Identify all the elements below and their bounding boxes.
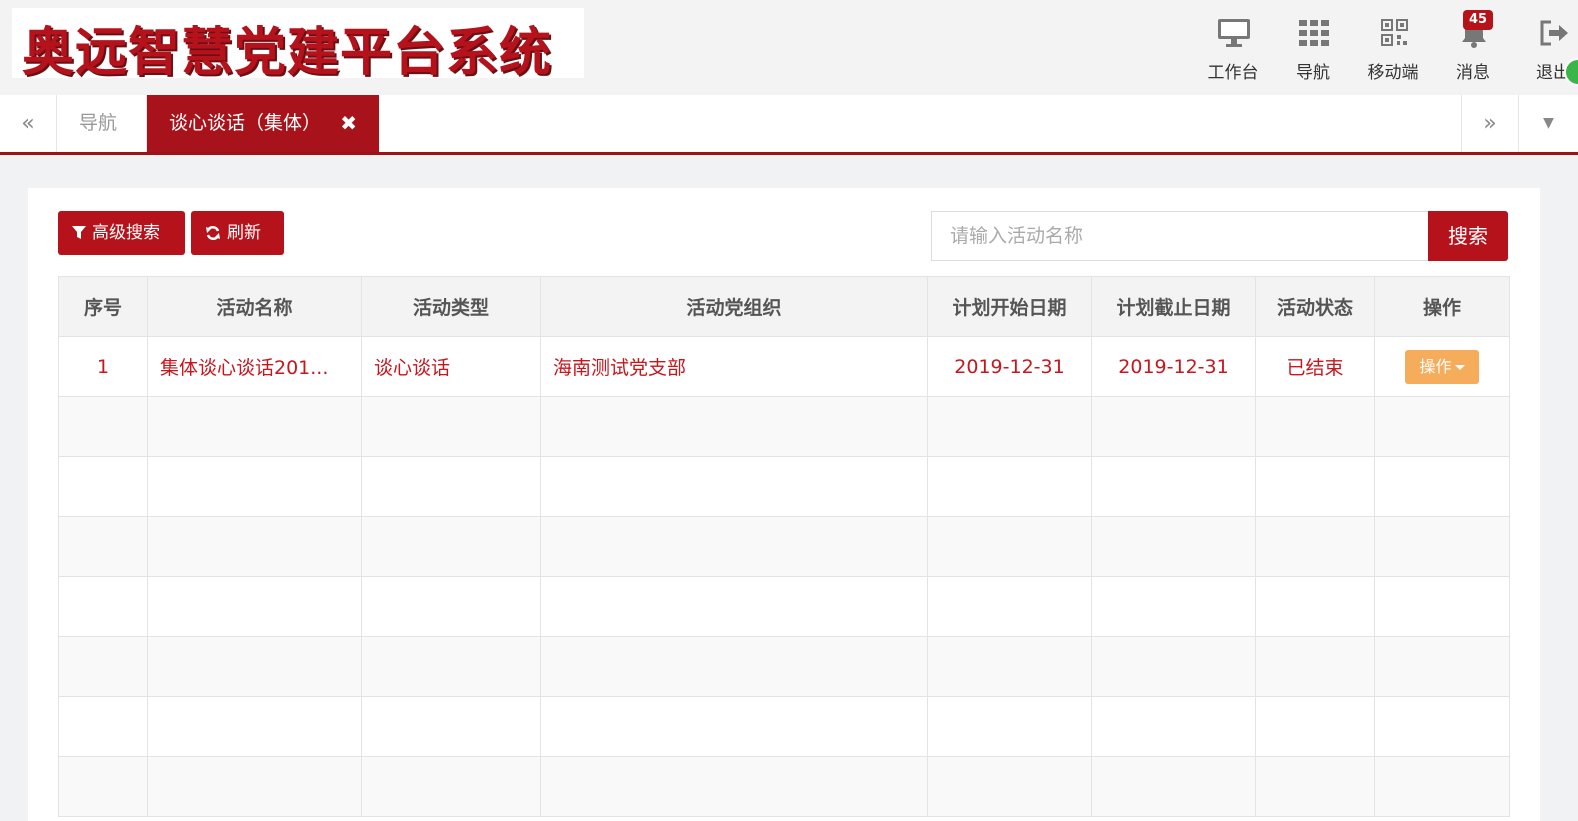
- empty-row: [58, 516, 1510, 577]
- header: 奥远智慧党建平台系统 工作台 导航 移动端 45 消息 退出: [0, 0, 1578, 95]
- cell-status: 已结束: [1255, 336, 1375, 397]
- row-action-dropdown-button[interactable]: 操作: [1405, 349, 1479, 384]
- content-panel: 高级搜索 刷新 搜索 序号 活动名称 活动类型 活动党组织 计划开始日期 计划截…: [28, 188, 1540, 821]
- column-header-type: 活动类型: [361, 276, 541, 337]
- advanced-search-label: 高级搜索: [92, 223, 160, 243]
- monitor-icon: [1218, 19, 1250, 47]
- table-row: 1 集体谈心谈话201... 谈心谈话 海南测试党支部 2019-12-31 2…: [58, 336, 1510, 397]
- advanced-search-button[interactable]: 高级搜索: [58, 211, 185, 255]
- column-header-start-date: 计划开始日期: [927, 276, 1092, 337]
- filter-icon: [72, 226, 86, 239]
- row-action-label: 操作: [1419, 356, 1452, 376]
- qrcode-icon: [1381, 19, 1408, 46]
- nav-mobile-label: 移动端: [1367, 63, 1419, 83]
- logout-icon: [1540, 20, 1568, 46]
- cell-index: 1: [58, 336, 148, 397]
- tab-group-talk[interactable]: 谈心谈话（集体） ✖: [147, 95, 379, 152]
- grid-icon: [1299, 20, 1329, 46]
- tab-scroll-right-button[interactable]: »: [1461, 95, 1518, 152]
- empty-row: [58, 576, 1510, 637]
- column-header-name: 活动名称: [147, 276, 362, 337]
- refresh-button[interactable]: 刷新: [191, 211, 284, 255]
- cell-activity-org: 海南测试党支部: [540, 336, 928, 397]
- column-header-status: 活动状态: [1255, 276, 1375, 337]
- caret-down-icon: [1454, 364, 1465, 370]
- cell-activity-name[interactable]: 集体谈心谈话201...: [147, 336, 362, 397]
- empty-row: [58, 456, 1510, 517]
- logo: 奥远智慧党建平台系统: [12, 8, 584, 83]
- tab-navigation[interactable]: 导航: [57, 95, 147, 152]
- nav-workbench[interactable]: 工作台: [1193, 10, 1273, 90]
- search-input[interactable]: [931, 211, 1428, 261]
- empty-row: [58, 636, 1510, 697]
- column-header-org: 活动党组织: [540, 276, 928, 337]
- empty-row: [58, 756, 1510, 817]
- tab-bar: « 导航 谈心谈话（集体） ✖ » ▼: [0, 95, 1578, 155]
- nav-workbench-label: 工作台: [1207, 63, 1259, 83]
- empty-row: [58, 696, 1510, 757]
- nav-navigation-label: 导航: [1296, 63, 1330, 83]
- nav-navigation[interactable]: 导航: [1273, 10, 1353, 90]
- search-button[interactable]: 搜索: [1428, 211, 1508, 261]
- empty-row: [58, 396, 1510, 457]
- cell-end-date: 2019-12-31: [1091, 336, 1256, 397]
- close-icon[interactable]: ✖: [340, 95, 357, 152]
- nav-messages[interactable]: 45 消息: [1433, 10, 1513, 90]
- nav-mobile[interactable]: 移动端: [1353, 10, 1433, 90]
- refresh-icon: [206, 225, 220, 241]
- column-header-action: 操作: [1374, 276, 1510, 337]
- message-count-badge: 45: [1463, 10, 1493, 30]
- activity-table: 序号 活动名称 活动类型 活动党组织 计划开始日期 计划截止日期 活动状态 操作…: [58, 276, 1510, 817]
- cell-start-date: 2019-12-31: [927, 336, 1092, 397]
- column-header-end-date: 计划截止日期: [1091, 276, 1256, 337]
- cell-activity-type: 谈心谈话: [361, 336, 541, 397]
- nav-messages-label: 消息: [1456, 63, 1490, 83]
- refresh-label: 刷新: [227, 223, 261, 243]
- logo-text: 奥远智慧党建平台系统: [22, 22, 553, 83]
- tab-group-talk-label: 谈心谈话（集体）: [169, 112, 322, 134]
- tab-scroll-left-button[interactable]: «: [0, 95, 57, 152]
- tab-menu-dropdown[interactable]: ▼: [1518, 95, 1578, 152]
- cell-action: 操作: [1374, 336, 1510, 397]
- column-header-index: 序号: [58, 276, 148, 337]
- chevron-down-icon: ▼: [1543, 115, 1554, 131]
- table-header-row: 序号 活动名称 活动类型 活动党组织 计划开始日期 计划截止日期 活动状态 操作: [58, 276, 1510, 337]
